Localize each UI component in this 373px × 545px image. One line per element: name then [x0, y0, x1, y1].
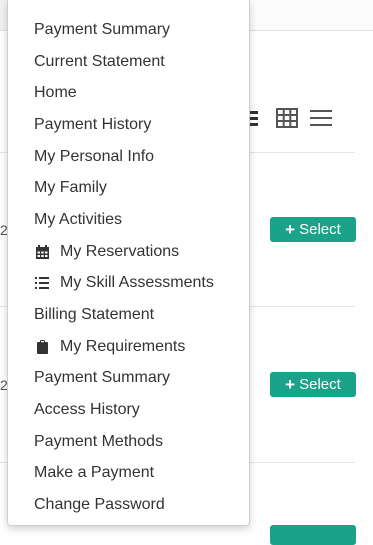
plus-icon: +: [285, 220, 296, 239]
select-button[interactable]: + Select: [270, 372, 356, 397]
top-bar-right: [250, 0, 373, 30]
menu-item-my-personal-info[interactable]: My Personal Info: [8, 141, 249, 173]
menu-item-my-activities[interactable]: My Activities: [8, 204, 249, 236]
menu-item-access-history[interactable]: Access History: [8, 394, 249, 426]
clipboard-icon: [34, 339, 50, 355]
menu-item-payment-summary-2[interactable]: Payment Summary: [8, 363, 249, 395]
calendar-icon: [34, 244, 50, 260]
menu-item-current-statement[interactable]: Current Statement: [8, 46, 249, 78]
select-button-partial[interactable]: [270, 525, 356, 545]
menu-item-home[interactable]: Home: [8, 77, 249, 109]
view-toggle: [244, 108, 332, 133]
menu-item-my-reservations[interactable]: My Reservations: [8, 236, 249, 268]
menu-view-icon[interactable]: [310, 108, 332, 133]
menu-item-payment-summary[interactable]: Payment Summary: [8, 14, 249, 46]
menu-item-change-password[interactable]: Change Password: [8, 489, 249, 521]
menu-item-my-family[interactable]: My Family: [8, 172, 249, 204]
menu-item-payment-history[interactable]: Payment History: [8, 109, 249, 141]
menu-item-my-skill-assessments[interactable]: My Skill Assessments: [8, 268, 249, 300]
select-button[interactable]: + Select: [270, 217, 356, 242]
menu-item-payment-methods[interactable]: Payment Methods: [8, 426, 249, 458]
menu-item-billing-statement[interactable]: Billing Statement: [8, 299, 249, 331]
grid-view-icon[interactable]: [276, 108, 298, 133]
menu-item-make-a-payment[interactable]: Make a Payment: [8, 458, 249, 490]
account-dropdown-menu: Payment Summary Current Statement Home P…: [7, 0, 250, 526]
menu-item-my-requirements[interactable]: My Requirements: [8, 331, 249, 363]
plus-icon: +: [285, 375, 296, 394]
list-icon: [34, 275, 50, 291]
